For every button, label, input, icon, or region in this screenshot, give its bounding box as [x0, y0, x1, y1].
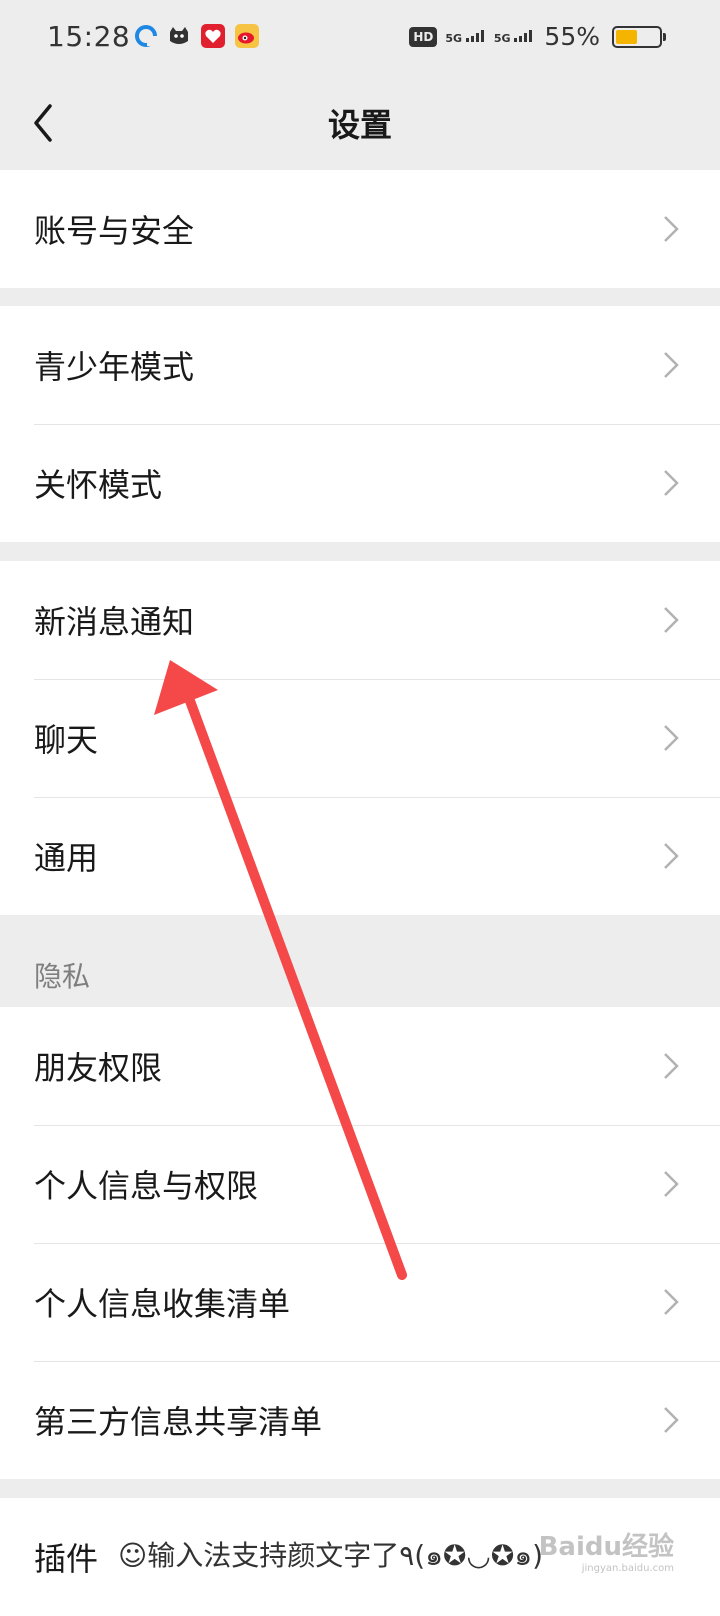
section-header-privacy: 隐私 — [34, 960, 91, 993]
baidu-watermark: Baidu经验 jingyan.baidu.com — [538, 1532, 674, 1574]
settings-item-label: 朋友权限 — [34, 1049, 163, 1087]
hd-badge: HD — [409, 26, 438, 47]
plugins-hint-text: ☺输入法支持颜文字了٩(๑✪◡✪๑) — [118, 1539, 544, 1572]
status-bar: 15:28 HD 5G 5G 55% — [0, 0, 720, 76]
chevron-right-icon — [664, 216, 679, 242]
settings-item-account-security[interactable]: 账号与安全 — [0, 170, 720, 288]
chevron-right-icon — [664, 1171, 679, 1197]
settings-item-label: 青少年模式 — [34, 348, 195, 386]
divider — [34, 1361, 720, 1362]
settings-item-friend-permissions[interactable]: 朋友权限 — [0, 1007, 720, 1125]
settings-item-teen-mode[interactable]: 青少年模式 — [0, 306, 720, 424]
settings-item-label: 新消息通知 — [34, 603, 195, 641]
chevron-right-icon — [664, 843, 679, 869]
settings-item-personal-info-collection[interactable]: 个人信息收集清单 — [0, 1243, 720, 1361]
settings-item-third-party-sharing[interactable]: 第三方信息共享清单 — [0, 1361, 720, 1479]
settings-item-label: 关怀模式 — [34, 466, 163, 504]
battery-fill — [616, 29, 638, 44]
chevron-right-icon — [664, 1407, 679, 1433]
settings-item-label: 通用 — [34, 839, 99, 877]
heart-app-icon — [201, 24, 225, 48]
divider — [34, 1243, 720, 1244]
battery-icon — [612, 25, 666, 48]
cat-app-icon — [167, 24, 191, 48]
status-time: 15:28 — [47, 20, 131, 53]
settings-item-chat[interactable]: 聊天 — [0, 679, 720, 797]
divider — [34, 1125, 720, 1126]
settings-item-label: 插件 — [34, 1540, 99, 1578]
signal-indicator-1: 5G — [445, 29, 486, 44]
settings-item-label: 个人信息与权限 — [34, 1167, 259, 1205]
chevron-right-icon — [664, 725, 679, 751]
chevron-right-icon — [664, 1289, 679, 1315]
divider — [34, 679, 720, 680]
settings-item-personal-info-permissions[interactable]: 个人信息与权限 — [0, 1125, 720, 1243]
divider — [34, 797, 720, 798]
page-title: 设置 — [327, 106, 392, 144]
chevron-right-icon — [664, 470, 679, 496]
settings-item-label: 第三方信息共享清单 — [34, 1403, 323, 1441]
settings-item-care-mode[interactable]: 关怀模式 — [0, 424, 720, 542]
browser-icon — [134, 24, 158, 48]
chevron-right-icon — [664, 1053, 679, 1079]
divider — [34, 424, 720, 425]
battery-percent: 55% — [544, 22, 600, 51]
settings-item-label: 个人信息收集清单 — [34, 1285, 291, 1323]
chevron-right-icon — [664, 607, 679, 633]
status-indicators: HD 5G 5G 55% — [409, 22, 666, 51]
settings-item-new-message-notification[interactable]: 新消息通知 — [0, 561, 720, 679]
signal-indicator-2: 5G — [494, 29, 535, 44]
settings-item-label: 账号与安全 — [34, 212, 195, 250]
weibo-icon — [235, 24, 259, 48]
nav-bar: 设置 — [0, 76, 720, 170]
settings-item-general[interactable]: 通用 — [0, 797, 720, 915]
settings-item-label: 聊天 — [34, 721, 99, 759]
chevron-right-icon — [664, 352, 679, 378]
